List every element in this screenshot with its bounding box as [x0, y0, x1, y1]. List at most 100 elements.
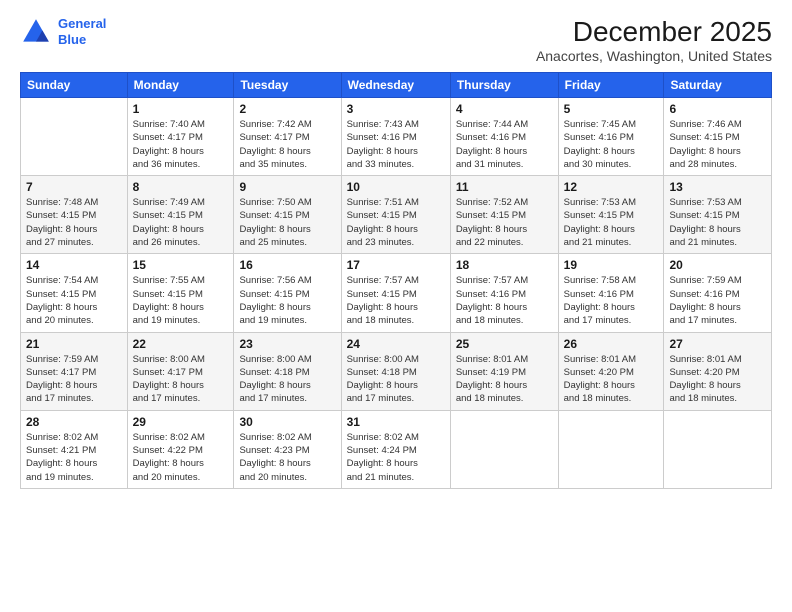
- day-number: 14: [26, 258, 122, 272]
- day-number: 6: [669, 102, 766, 116]
- title-block: December 2025 Anacortes, Washington, Uni…: [536, 16, 772, 64]
- header-thursday: Thursday: [450, 73, 558, 98]
- day-number: 30: [239, 415, 335, 429]
- table-row: 8Sunrise: 7:49 AM Sunset: 4:15 PM Daylig…: [127, 176, 234, 254]
- day-number: 23: [239, 337, 335, 351]
- table-row: 19 Sunrise: 7:58 AM Sunset: 4:16 PM Dayli…: [558, 254, 664, 332]
- day-number: 10: [347, 180, 445, 194]
- table-row: 18Sunrise: 7:57 AM Sunset: 4:16 PM Dayli…: [450, 254, 558, 332]
- day-number: 2: [239, 102, 335, 116]
- day-number: 17: [347, 258, 445, 272]
- table-row: 5 Sunrise: 7:45 AM Sunset: 4:16 PM Daylig…: [558, 98, 664, 176]
- day-number: 4: [456, 102, 553, 116]
- table-row: [450, 410, 558, 488]
- table-row: 1 Sunrise: 7:40 AM Sunset: 4:17 PM Daylig…: [127, 98, 234, 176]
- table-row: 26Sunrise: 8:01 AM Sunset: 4:20 PM Dayli…: [558, 332, 664, 410]
- day-number: 3: [347, 102, 445, 116]
- table-row: 25 Sunrise: 8:01 AM Sunset: 4:19 PM Dayli…: [450, 332, 558, 410]
- day-detail: Sunrise: 7:43 AM Sunset: 4:16 PM Dayligh…: [347, 118, 445, 171]
- day-detail: Sunrise: 7:54 AM Sunset: 4:15 PM Dayligh…: [26, 274, 122, 327]
- day-number: 24: [347, 337, 445, 351]
- table-row: 24 Sunrise: 8:00 AM Sunset: 4:18 PM Dayli…: [341, 332, 450, 410]
- calendar-week-3: 14 Sunrise: 7:54 AM Sunset: 4:15 PM Dayli…: [21, 254, 772, 332]
- day-detail: Sunrise: 8:01 AM Sunset: 4:19 PM Dayligh…: [456, 353, 553, 406]
- day-detail: Sunrise: 7:50 AM Sunset: 4:15 PM Dayligh…: [239, 196, 335, 249]
- day-detail: Sunrise: 7:49 AM Sunset: 4:15 PM Dayligh…: [133, 196, 229, 249]
- header-wednesday: Wednesday: [341, 73, 450, 98]
- day-number: 5: [564, 102, 659, 116]
- day-detail: Sunrise: 7:59 AM Sunset: 4:16 PM Dayligh…: [669, 274, 766, 327]
- day-number: 7: [26, 180, 122, 194]
- logo: General Blue: [20, 16, 106, 48]
- table-row: [664, 410, 772, 488]
- header-saturday: Saturday: [664, 73, 772, 98]
- day-number: 12: [564, 180, 659, 194]
- calendar-header-row: Sunday Monday Tuesday Wednesday Thursday…: [21, 73, 772, 98]
- day-number: 11: [456, 180, 553, 194]
- table-row: 14 Sunrise: 7:54 AM Sunset: 4:15 PM Dayli…: [21, 254, 128, 332]
- table-row: 3 Sunrise: 7:43 AM Sunset: 4:16 PM Daylig…: [341, 98, 450, 176]
- table-row: 10Sunrise: 7:51 AM Sunset: 4:15 PM Dayli…: [341, 176, 450, 254]
- day-detail: Sunrise: 7:56 AM Sunset: 4:15 PM Dayligh…: [239, 274, 335, 327]
- calendar-week-5: 28Sunrise: 8:02 AM Sunset: 4:21 PM Dayli…: [21, 410, 772, 488]
- day-number: 13: [669, 180, 766, 194]
- day-number: 1: [133, 102, 229, 116]
- day-detail: Sunrise: 8:02 AM Sunset: 4:24 PM Dayligh…: [347, 431, 445, 484]
- month-title: December 2025: [536, 16, 772, 48]
- table-row: 27 Sunrise: 8:01 AM Sunset: 4:20 PM Dayli…: [664, 332, 772, 410]
- day-detail: Sunrise: 7:46 AM Sunset: 4:15 PM Dayligh…: [669, 118, 766, 171]
- table-row: 30Sunrise: 8:02 AM Sunset: 4:23 PM Dayli…: [234, 410, 341, 488]
- day-number: 27: [669, 337, 766, 351]
- table-row: 6 Sunrise: 7:46 AM Sunset: 4:15 PM Daylig…: [664, 98, 772, 176]
- logo-icon: [20, 16, 52, 48]
- table-row: 7 Sunrise: 7:48 AM Sunset: 4:15 PM Daylig…: [21, 176, 128, 254]
- day-number: 25: [456, 337, 553, 351]
- day-number: 19: [564, 258, 659, 272]
- day-detail: Sunrise: 7:55 AM Sunset: 4:15 PM Dayligh…: [133, 274, 229, 327]
- calendar-week-1: 1 Sunrise: 7:40 AM Sunset: 4:17 PM Daylig…: [21, 98, 772, 176]
- table-row: 22Sunrise: 8:00 AM Sunset: 4:17 PM Dayli…: [127, 332, 234, 410]
- calendar-week-2: 7 Sunrise: 7:48 AM Sunset: 4:15 PM Daylig…: [21, 176, 772, 254]
- day-number: 21: [26, 337, 122, 351]
- location: Anacortes, Washington, United States: [536, 48, 772, 64]
- day-detail: Sunrise: 8:02 AM Sunset: 4:22 PM Dayligh…: [133, 431, 229, 484]
- day-detail: Sunrise: 7:40 AM Sunset: 4:17 PM Dayligh…: [133, 118, 229, 171]
- page: General Blue December 2025 Anacortes, Wa…: [0, 0, 792, 612]
- day-detail: Sunrise: 7:59 AM Sunset: 4:17 PM Dayligh…: [26, 353, 122, 406]
- day-detail: Sunrise: 8:01 AM Sunset: 4:20 PM Dayligh…: [669, 353, 766, 406]
- day-detail: Sunrise: 7:42 AM Sunset: 4:17 PM Dayligh…: [239, 118, 335, 171]
- day-detail: Sunrise: 7:53 AM Sunset: 4:15 PM Dayligh…: [669, 196, 766, 249]
- day-number: 22: [133, 337, 229, 351]
- day-detail: Sunrise: 7:48 AM Sunset: 4:15 PM Dayligh…: [26, 196, 122, 249]
- day-number: 18: [456, 258, 553, 272]
- day-detail: Sunrise: 7:58 AM Sunset: 4:16 PM Dayligh…: [564, 274, 659, 327]
- table-row: 4 Sunrise: 7:44 AM Sunset: 4:16 PM Daylig…: [450, 98, 558, 176]
- table-row: 31Sunrise: 8:02 AM Sunset: 4:24 PM Dayli…: [341, 410, 450, 488]
- table-row: 17 Sunrise: 7:57 AM Sunset: 4:15 PM Dayli…: [341, 254, 450, 332]
- day-detail: Sunrise: 7:44 AM Sunset: 4:16 PM Dayligh…: [456, 118, 553, 171]
- header-sunday: Sunday: [21, 73, 128, 98]
- table-row: 28Sunrise: 8:02 AM Sunset: 4:21 PM Dayli…: [21, 410, 128, 488]
- day-detail: Sunrise: 7:45 AM Sunset: 4:16 PM Dayligh…: [564, 118, 659, 171]
- table-row: 20Sunrise: 7:59 AM Sunset: 4:16 PM Dayli…: [664, 254, 772, 332]
- table-row: 12Sunrise: 7:53 AM Sunset: 4:15 PM Dayli…: [558, 176, 664, 254]
- day-detail: Sunrise: 7:57 AM Sunset: 4:15 PM Dayligh…: [347, 274, 445, 327]
- table-row: 16 Sunrise: 7:56 AM Sunset: 4:15 PM Dayli…: [234, 254, 341, 332]
- day-detail: Sunrise: 8:00 AM Sunset: 4:18 PM Dayligh…: [347, 353, 445, 406]
- table-row: 9Sunrise: 7:50 AM Sunset: 4:15 PM Daylig…: [234, 176, 341, 254]
- day-number: 28: [26, 415, 122, 429]
- logo-text: General Blue: [58, 16, 106, 47]
- header-monday: Monday: [127, 73, 234, 98]
- table-row: 2 Sunrise: 7:42 AM Sunset: 4:17 PM Daylig…: [234, 98, 341, 176]
- day-number: 29: [133, 415, 229, 429]
- day-number: 26: [564, 337, 659, 351]
- header-friday: Friday: [558, 73, 664, 98]
- header-tuesday: Tuesday: [234, 73, 341, 98]
- header: General Blue December 2025 Anacortes, Wa…: [20, 16, 772, 64]
- table-row: 15 Sunrise: 7:55 AM Sunset: 4:15 PM Dayli…: [127, 254, 234, 332]
- calendar-week-4: 21 Sunrise: 7:59 AM Sunset: 4:17 PM Dayli…: [21, 332, 772, 410]
- table-row: 13 Sunrise: 7:53 AM Sunset: 4:15 PM Dayli…: [664, 176, 772, 254]
- day-number: 16: [239, 258, 335, 272]
- table-row: 21 Sunrise: 7:59 AM Sunset: 4:17 PM Dayli…: [21, 332, 128, 410]
- day-number: 15: [133, 258, 229, 272]
